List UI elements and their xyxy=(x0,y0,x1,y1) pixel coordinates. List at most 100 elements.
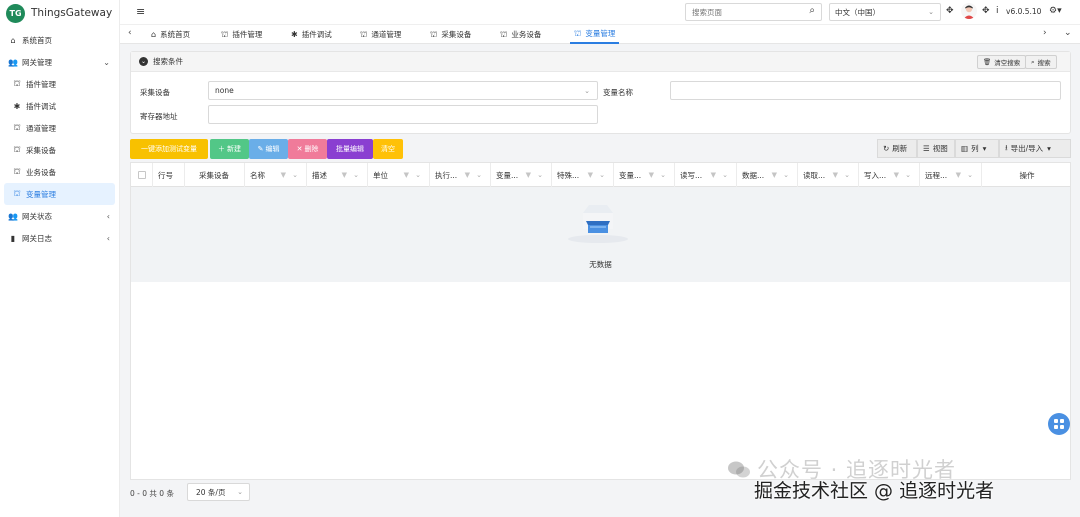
tab-label: 系统首页 xyxy=(160,30,191,39)
filter-icon[interactable]: ▼ xyxy=(465,171,470,179)
avatar[interactable] xyxy=(961,3,977,19)
select-all-checkbox[interactable] xyxy=(131,163,153,187)
edit-label: 编辑 xyxy=(265,145,280,153)
column-header-unit[interactable]: 单位 ▼ ⌄ xyxy=(368,163,430,187)
chevron-down-icon[interactable]: ⌄ xyxy=(967,171,973,179)
variable-name-field[interactable] xyxy=(670,81,1061,100)
filter-icon[interactable]: ▼ xyxy=(833,171,838,179)
filter-icon[interactable]: ▼ xyxy=(711,171,716,179)
column-header-data[interactable]: 数据... ▼ ⌄ xyxy=(737,163,798,187)
column-header-description[interactable]: 描述 ▼ ⌄ xyxy=(307,163,368,187)
tab-plugin-debug[interactable]: ✱ 插件调试 xyxy=(291,25,332,44)
edit-button[interactable]: ✎ 编辑 xyxy=(249,139,288,159)
tab-plugin-management[interactable]: ⛫ 插件管理 xyxy=(221,25,262,44)
sidebar-item-gateway-status[interactable]: 👥 网关状态 ‹ xyxy=(0,205,119,227)
search-icon[interactable]: ⌕ xyxy=(809,5,815,16)
search-panel-header[interactable]: ⌄ 搜索条件 xyxy=(131,52,1070,72)
tab-channel-management[interactable]: ⛫ 通道管理 xyxy=(360,25,401,44)
column-label: 采集设备 xyxy=(199,170,229,180)
tab-variable-management[interactable]: ⛫ 变量管理 xyxy=(570,25,620,44)
chevron-down-icon[interactable]: ⌄ xyxy=(783,171,789,179)
column-header-remote[interactable]: 远程... ▼ ⌄ xyxy=(920,163,982,187)
column-header-special[interactable]: 特殊... ▼ ⌄ xyxy=(552,163,614,187)
page-search[interactable]: ⌕ xyxy=(685,3,822,21)
sidebar-item-gateway-log[interactable]: ▮ 网关日志 ‹ xyxy=(0,227,119,249)
page-search-input[interactable] xyxy=(692,7,802,17)
columns-button[interactable]: ▥ 列 ▾ xyxy=(955,139,999,158)
sidebar-item-business-device[interactable]: ⛫ 业务设备 xyxy=(0,161,119,183)
tab-menu-icon[interactable]: ⌄ xyxy=(1064,28,1072,38)
trash-icon: 🗑 xyxy=(983,58,992,66)
delete-button[interactable]: ✕ 删除 xyxy=(288,139,327,159)
sidebar-item-collect-device[interactable]: ⛫ 采集设备 xyxy=(0,139,119,161)
device-select[interactable]: none ⌄ xyxy=(208,81,598,100)
chevron-down-icon[interactable]: ⌄ xyxy=(722,171,728,179)
menu-toggle-icon[interactable]: ≡ xyxy=(136,5,145,18)
filter-icon[interactable]: ▼ xyxy=(526,171,531,179)
column-header-read-write[interactable]: 读写... ▼ ⌄ xyxy=(675,163,737,187)
sidebar-item-channel-management[interactable]: ⛫ 通道管理 xyxy=(0,117,119,139)
filter-icon[interactable]: ▼ xyxy=(649,171,654,179)
chevron-down-icon[interactable]: ⌄ xyxy=(292,171,298,179)
clear-search-button[interactable]: 🗑 清空搜索 xyxy=(977,55,1027,69)
clear-button[interactable]: 清空 xyxy=(373,139,403,159)
chevron-down-icon[interactable]: ⌄ xyxy=(353,171,359,179)
info-icon[interactable]: i xyxy=(996,6,999,16)
sitemap-icon: ⛫ xyxy=(430,29,438,39)
register-address-field[interactable] xyxy=(208,105,598,124)
chevron-down-icon[interactable]: ⌄ xyxy=(415,171,421,179)
floating-apps-button[interactable] xyxy=(1048,413,1070,435)
page-size-select[interactable]: 20 条/页 ⌄ xyxy=(187,483,250,501)
filter-icon[interactable]: ▼ xyxy=(956,171,961,179)
column-header-read[interactable]: 读取... ▼ ⌄ xyxy=(798,163,859,187)
tab-home[interactable]: ⌂ 系统首页 xyxy=(151,25,190,44)
column-header-variable-2[interactable]: 变量... ▼ ⌄ xyxy=(614,163,675,187)
sidebar-item-plugin-management[interactable]: ⛫ 插件管理 xyxy=(0,73,119,95)
refresh-button[interactable]: ↻ 刷新 xyxy=(877,139,917,158)
chevron-down-icon[interactable]: ⌄ xyxy=(844,171,850,179)
chevron-down-icon[interactable]: ⌄ xyxy=(905,171,911,179)
filter-icon[interactable]: ▼ xyxy=(588,171,593,179)
filter-icon[interactable]: ▼ xyxy=(404,171,409,179)
tab-scroll-left-icon[interactable]: ‹ xyxy=(128,28,132,38)
column-header-write[interactable]: 写入... ▼ ⌄ xyxy=(859,163,920,187)
filter-icon[interactable]: ▼ xyxy=(281,171,286,179)
filter-icon[interactable]: ▼ xyxy=(894,171,899,179)
add-test-variables-button[interactable]: 一键添加测试变量 xyxy=(130,139,208,159)
move-icon[interactable]: ✥ xyxy=(982,6,990,16)
chevron-down-icon[interactable]: ⌄ xyxy=(537,171,543,179)
tab-scroll-right-icon[interactable]: › xyxy=(1043,28,1047,38)
chevron-down-icon[interactable]: ⌄ xyxy=(660,171,666,179)
sidebar-item-home[interactable]: ⌂ 系统首页 xyxy=(0,29,119,51)
column-header-name[interactable]: 名称 ▼ ⌄ xyxy=(245,163,307,187)
sidebar-item-variable-management[interactable]: ⛫ 变量管理 xyxy=(4,183,115,205)
new-button[interactable]: ＋ 新建 xyxy=(210,139,249,159)
column-header-variable-1[interactable]: 变量... ▼ ⌄ xyxy=(491,163,552,187)
tab-collect-device[interactable]: ⛫ 采集设备 xyxy=(430,25,471,44)
view-button[interactable]: ☰ 视图 xyxy=(917,139,955,158)
column-header-execution[interactable]: 执行... ▼ ⌄ xyxy=(430,163,491,187)
brand[interactable]: TG ThingsGateway xyxy=(0,1,119,25)
chevron-down-icon[interactable]: ⌄ xyxy=(599,171,605,179)
column-header-device[interactable]: 采集设备 xyxy=(185,163,245,187)
search-button[interactable]: ⌕ 搜索 xyxy=(1025,55,1057,69)
sidebar-item-plugin-debug[interactable]: ✱ 插件调试 xyxy=(0,95,119,117)
settings-icon[interactable]: ⚙▾ xyxy=(1049,6,1062,16)
users-icon: 👥 xyxy=(8,211,18,221)
column-label: 读取... xyxy=(803,170,826,180)
filter-icon[interactable]: ▼ xyxy=(342,171,347,179)
batch-edit-button[interactable]: 批量编辑 xyxy=(327,139,373,159)
language-select[interactable]: 中文（中国） ⌄ xyxy=(829,3,941,21)
list-icon: ☰ xyxy=(923,144,930,153)
drag-move-icon[interactable]: ✥ xyxy=(946,6,954,16)
sidebar-item-label: 采集设备 xyxy=(26,145,56,155)
export-import-button[interactable]: ⭳ 导出/导入 ▾ xyxy=(999,139,1071,158)
sidebar-item-gateway-management[interactable]: 👥 网关管理 ⌄ xyxy=(0,51,119,73)
tab-business-device[interactable]: ⛫ 业务设备 xyxy=(500,25,541,44)
checkbox[interactable] xyxy=(137,171,146,179)
chevron-down-icon[interactable]: ⌄ xyxy=(476,171,482,179)
download-icon: ⭳ xyxy=(1005,143,1008,152)
device-select-value: none xyxy=(215,86,234,95)
column-header-row-number[interactable]: 行号 xyxy=(153,163,185,187)
filter-icon[interactable]: ▼ xyxy=(772,171,777,179)
